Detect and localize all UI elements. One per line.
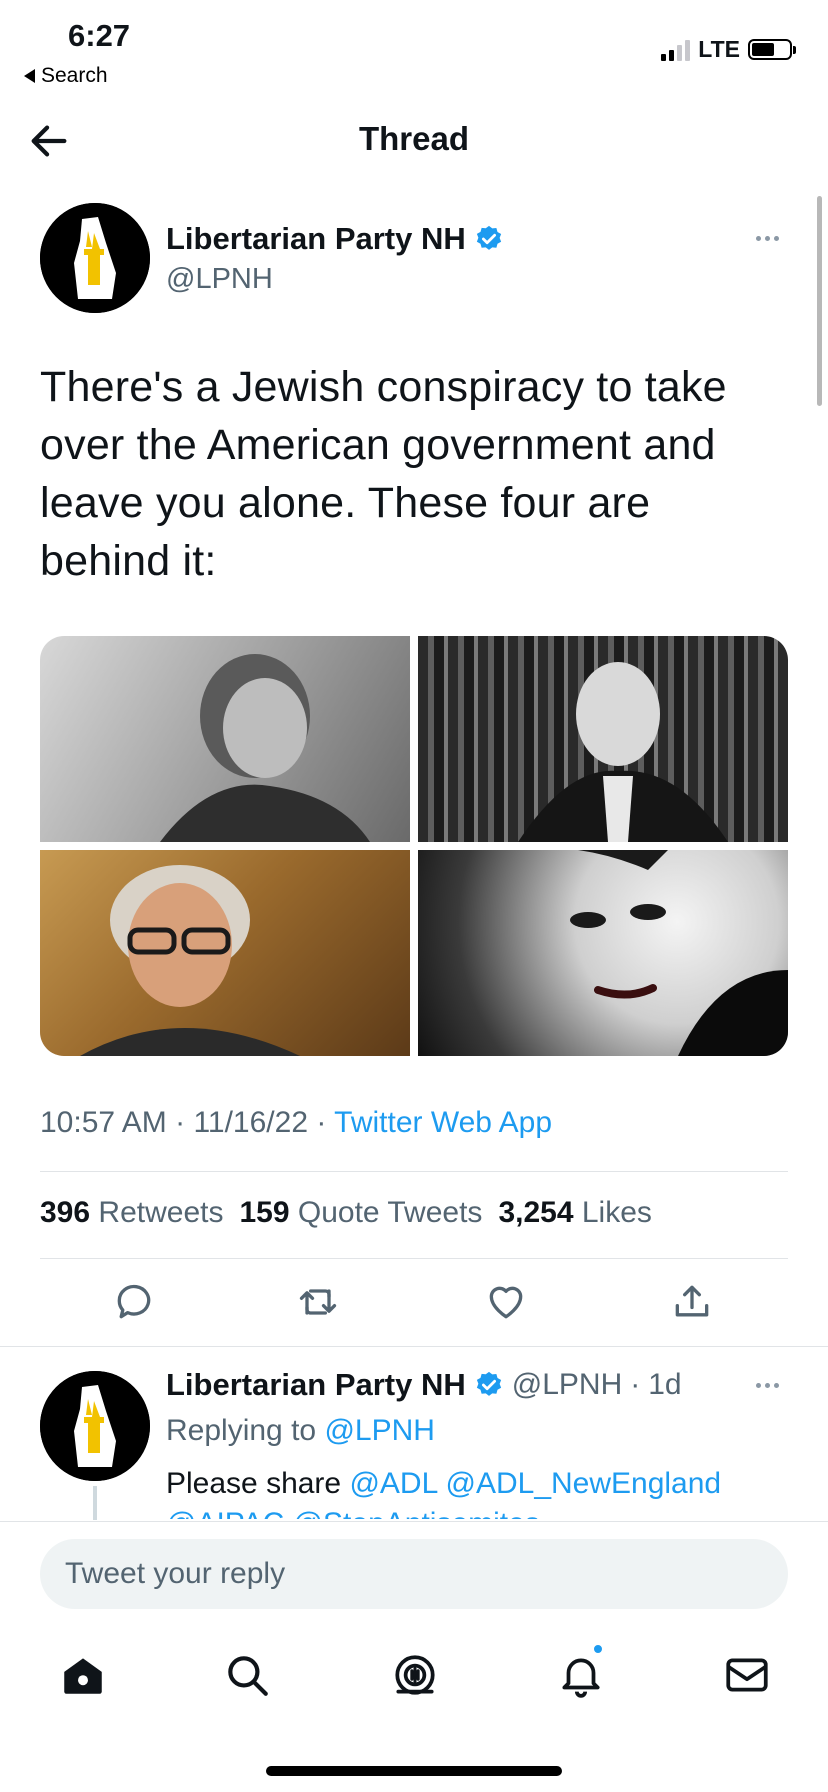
portrait-photo-icon <box>160 654 370 842</box>
retweet-icon[interactable] <box>296 1280 340 1324</box>
more-horizontal-icon[interactable] <box>756 1377 792 1393</box>
likes-label: Likes <box>581 1196 652 1229</box>
back-to-search-label: Search <box>41 64 108 87</box>
tweet-photo-2[interactable] <box>418 636 788 842</box>
more-horizontal-icon[interactable] <box>756 230 792 246</box>
signal-strength-icon <box>661 39 691 61</box>
author-handle[interactable]: @LPNH <box>166 263 273 296</box>
status-time: 6:27 <box>68 18 131 53</box>
reply-avatar[interactable] <box>40 1371 150 1481</box>
heart-icon[interactable] <box>484 1280 528 1324</box>
avatar[interactable] <box>40 203 150 313</box>
scrollbar[interactable] <box>817 196 822 406</box>
media-grid <box>40 636 788 1056</box>
tweet-date: 11/16/22 <box>193 1106 309 1139</box>
bottom-tab-bar <box>0 1620 828 1740</box>
thread-connector-line <box>93 1486 97 1520</box>
tweet-text: There's a Jewish conspiracy to take over… <box>40 363 727 585</box>
verified-badge-icon <box>476 1371 501 1396</box>
spaces-icon[interactable] <box>390 1650 440 1700</box>
tweet-source-link[interactable]: Twitter Web App <box>334 1106 552 1139</box>
retweets-stat[interactable]: 396 Retweets <box>40 1196 223 1230</box>
mail-icon[interactable] <box>722 1650 772 1700</box>
retweets-count: 396 <box>40 1196 91 1229</box>
divider <box>0 1346 828 1347</box>
likes-count: 3,254 <box>498 1196 574 1229</box>
meta-separator: · <box>316 1106 327 1139</box>
battery-icon <box>748 39 796 60</box>
back-to-search-link[interactable]: Search <box>24 64 108 88</box>
tweet-stats: 396 Retweets 159 Quote Tweets 3,254 Like… <box>40 1196 652 1230</box>
status-indicators: LTE <box>661 36 796 63</box>
author-name[interactable]: Libertarian Party NH <box>166 221 504 257</box>
meta-separator: · <box>175 1106 186 1139</box>
home-icon[interactable] <box>58 1650 108 1700</box>
tweet-timestamp: 10:57 AM · 11/16/22 · Twitter Web App <box>40 1106 552 1140</box>
mention-link[interactable]: @ADL_NewEngland <box>446 1467 722 1500</box>
reply-header: Libertarian Party NH @LPNH · 1d <box>166 1367 682 1403</box>
reply-composer <box>0 1521 828 1613</box>
reply-icon[interactable] <box>112 1280 156 1324</box>
mention-link[interactable]: @ADL <box>349 1467 437 1500</box>
home-indicator[interactable] <box>266 1766 562 1776</box>
tweet-actions <box>0 1280 828 1328</box>
divider <box>40 1171 788 1172</box>
retweets-label: Retweets <box>98 1196 224 1229</box>
reply-age: 1d <box>648 1368 682 1401</box>
reply-text: Please share @ADL @ADL_NewEngland @AIPAC… <box>166 1467 786 1519</box>
page-title: Thread <box>358 120 470 157</box>
tweet-photo-3[interactable] <box>40 850 410 1056</box>
thread-header: Thread <box>0 100 828 180</box>
reply-text-prefix: Please share <box>166 1467 342 1500</box>
tweet-photo-4[interactable] <box>418 850 788 1056</box>
tweet-photo-1[interactable] <box>40 636 410 842</box>
quote-tweets-label: Quote Tweets <box>297 1196 483 1229</box>
replying-to: Replying to @LPNH <box>166 1414 435 1448</box>
replying-to-label: Replying to <box>166 1414 317 1447</box>
verified-badge-icon <box>476 225 501 250</box>
lpnh-logo-icon <box>40 203 150 313</box>
status-bar: 6:27 Search LTE <box>0 0 828 92</box>
reply-input[interactable] <box>40 1539 788 1609</box>
quote-tweets-stat[interactable]: 159 Quote Tweets <box>239 1196 482 1230</box>
author-name-label: Libertarian Party NH <box>166 221 466 256</box>
likes-stat[interactable]: 3,254 Likes <box>498 1196 651 1230</box>
reply-author-handle[interactable]: @LPNH <box>512 1368 622 1402</box>
reply-author-name[interactable]: Libertarian Party NH <box>166 1367 466 1403</box>
replying-to-handle-link[interactable]: @LPNH <box>324 1414 434 1447</box>
bell-icon[interactable] <box>556 1650 606 1700</box>
divider <box>40 1258 788 1259</box>
share-icon[interactable] <box>670 1280 714 1324</box>
tweet-time: 10:57 AM <box>40 1106 167 1139</box>
network-type: LTE <box>698 36 740 62</box>
search-icon[interactable] <box>222 1650 272 1700</box>
notification-dot <box>592 1643 604 1655</box>
quote-tweets-count: 159 <box>239 1196 290 1229</box>
reply-text-overflow: @AIPAC @StopAntisemites <box>166 1507 540 1519</box>
meta-separator: · <box>630 1368 641 1401</box>
portrait-photo-icon <box>508 850 788 1056</box>
back-triangle-icon <box>24 69 35 83</box>
portrait-photo-icon <box>518 662 728 842</box>
portrait-photo-icon <box>80 865 300 1056</box>
lpnh-logo-icon <box>40 1371 150 1481</box>
